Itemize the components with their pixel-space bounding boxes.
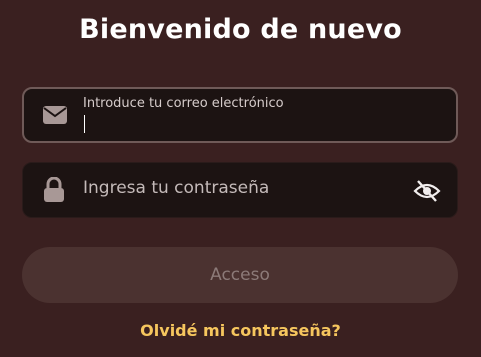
page-title: Bienvenido de nuevo <box>79 14 402 45</box>
login-button[interactable]: Acceso <box>22 247 458 303</box>
email-label: Introduce tu correo electrónico <box>83 96 284 111</box>
text-caret <box>84 115 85 133</box>
password-field[interactable]: Ingresa tu contraseña <box>22 162 458 218</box>
forgot-password-link[interactable]: Olvidé mi contraseña? <box>0 321 481 340</box>
eye-slash-icon[interactable] <box>413 177 441 205</box>
password-placeholder: Ingresa tu contraseña <box>83 178 270 198</box>
envelope-icon <box>42 102 68 128</box>
lock-icon <box>41 177 67 203</box>
email-field[interactable]: Introduce tu correo electrónico <box>22 87 458 143</box>
